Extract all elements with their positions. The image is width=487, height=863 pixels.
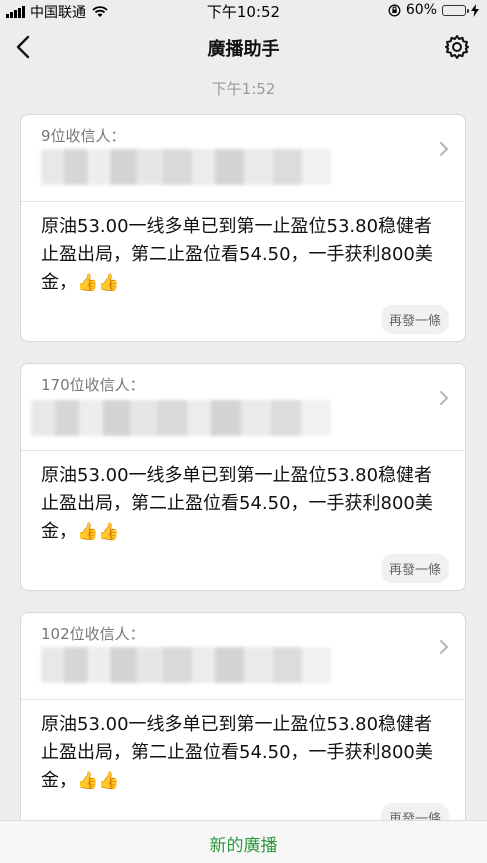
gear-icon[interactable] bbox=[443, 33, 471, 61]
navigation-bar: 廣播助手 bbox=[0, 22, 487, 72]
blurred-recipient-names bbox=[41, 149, 331, 185]
resend-button[interactable]: 再發一條 bbox=[380, 554, 449, 583]
recipient-count: 9位收信人： bbox=[41, 127, 126, 145]
page-title: 廣播助手 bbox=[207, 39, 280, 60]
battery-percent: 60% bbox=[405, 2, 437, 18]
battery-icon bbox=[442, 4, 469, 16]
recipient-count: 102位收信人： bbox=[41, 625, 145, 643]
broadcast-card: 170位收信人： 原油53.00一线多单已到第一止盈位53.80稳健者止盈出局，… bbox=[20, 363, 466, 591]
broadcast-message: 原油53.00一线多单已到第一止盈位53.80稳健者止盈出局，第二止盈位看54.… bbox=[41, 462, 445, 546]
orientation-lock-icon bbox=[388, 4, 401, 16]
blurred-recipient-names bbox=[31, 400, 331, 436]
thumbs-up-emoji: 👍👍 bbox=[77, 273, 120, 293]
recipients-row[interactable]: 170位收信人： bbox=[21, 364, 465, 451]
recipients-row[interactable]: 9位收信人： bbox=[21, 115, 465, 202]
chevron-right-icon bbox=[440, 640, 449, 654]
charging-icon bbox=[471, 3, 479, 17]
message-timestamp: 下午1:52 bbox=[211, 80, 276, 98]
resend-button[interactable]: 再發一條 bbox=[380, 305, 449, 334]
broadcast-card: 102位收信人： 原油53.00一线多单已到第一止盈位53.80稳健者止盈出局，… bbox=[20, 612, 466, 840]
broadcast-message: 原油53.00一线多单已到第一止盈位53.80稳健者止盈出局，第二止盈位看54.… bbox=[41, 711, 445, 795]
status-bar: 中国联通 下午10:52 60% bbox=[0, 0, 487, 22]
recipients-row[interactable]: 102位收信人： bbox=[21, 613, 465, 700]
chevron-right-icon bbox=[440, 391, 449, 405]
broadcast-card: 9位收信人： 原油53.00一线多单已到第一止盈位53.80稳健者止盈出局，第二… bbox=[20, 114, 466, 342]
thumbs-up-emoji: 👍👍 bbox=[77, 771, 120, 791]
blurred-recipient-names bbox=[41, 647, 331, 683]
thumbs-up-emoji: 👍👍 bbox=[77, 522, 120, 542]
recipient-count: 170位收信人： bbox=[41, 376, 145, 394]
new-broadcast-button[interactable]: 新的廣播 bbox=[210, 831, 278, 856]
chevron-right-icon bbox=[440, 142, 449, 156]
bottom-bar: 新的廣播 bbox=[0, 820, 487, 863]
broadcast-message: 原油53.00一线多单已到第一止盈位53.80稳健者止盈出局，第二止盈位看54.… bbox=[41, 213, 445, 297]
